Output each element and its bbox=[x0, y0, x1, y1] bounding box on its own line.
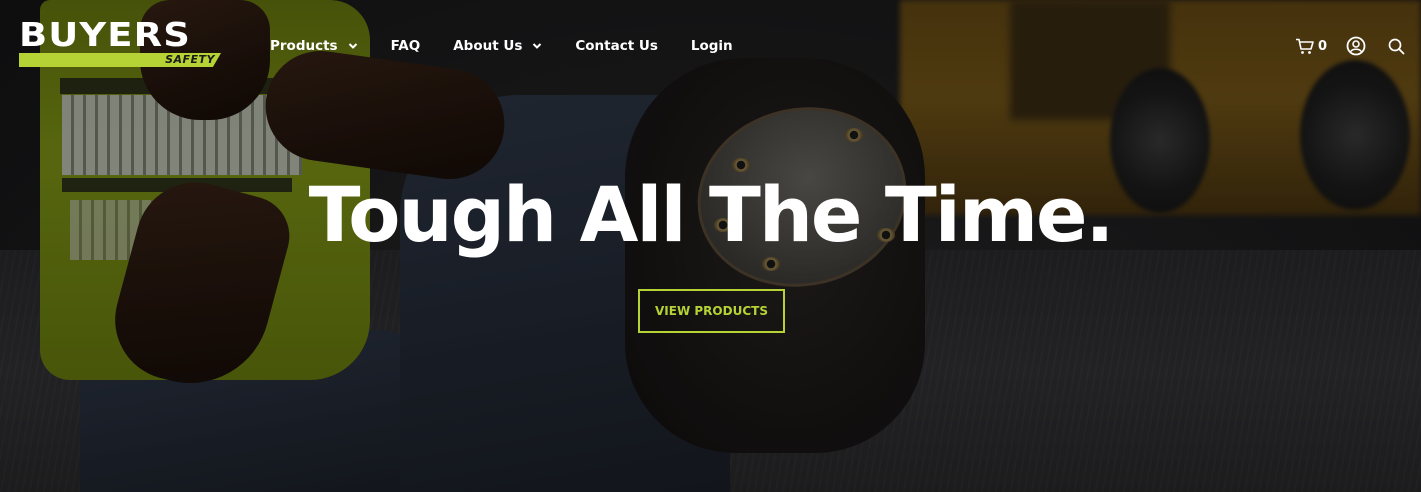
nav-item-contact-us[interactable]: Contact Us bbox=[575, 38, 658, 54]
nav-item-label: Login bbox=[690, 38, 733, 54]
nav-item-label: Contact Us bbox=[575, 38, 658, 54]
chevron-down-icon bbox=[348, 43, 357, 49]
logo-wordmark: BUYERS bbox=[19, 15, 192, 54]
brand-logo[interactable]: BUYERS SAFETY bbox=[19, 15, 221, 70]
nav-item-label: Products bbox=[270, 38, 338, 54]
nav-item-label: FAQ bbox=[390, 38, 421, 54]
nav-item-login[interactable]: Login bbox=[691, 38, 733, 54]
hero-headline: Tough All The Time. bbox=[308, 170, 1115, 259]
account-icon bbox=[1346, 36, 1366, 56]
view-products-button[interactable]: VIEW PRODUCTS bbox=[638, 289, 785, 333]
nav-item-products[interactable]: Products bbox=[270, 38, 358, 54]
cart-button[interactable]: 0 bbox=[1295, 38, 1327, 55]
header-icons: 0 bbox=[1295, 35, 1405, 57]
cart-count: 0 bbox=[1317, 38, 1327, 54]
nav-item-label: About Us bbox=[453, 38, 523, 54]
nav-item-about-us[interactable]: About Us bbox=[453, 38, 542, 54]
cart-icon bbox=[1295, 38, 1314, 54]
chevron-down-icon bbox=[533, 43, 542, 49]
account-button[interactable] bbox=[1346, 36, 1366, 56]
nav-item-faq[interactable]: FAQ bbox=[391, 38, 421, 54]
search-icon bbox=[1388, 38, 1405, 54]
site-header: BUYERS SAFETY Products FAQ About Us Cont… bbox=[0, 0, 1421, 90]
search-button[interactable] bbox=[1388, 38, 1405, 55]
logo-tagline: SAFETY bbox=[165, 53, 215, 66]
main-nav: Products FAQ About Us Contact Us Login bbox=[270, 36, 766, 56]
